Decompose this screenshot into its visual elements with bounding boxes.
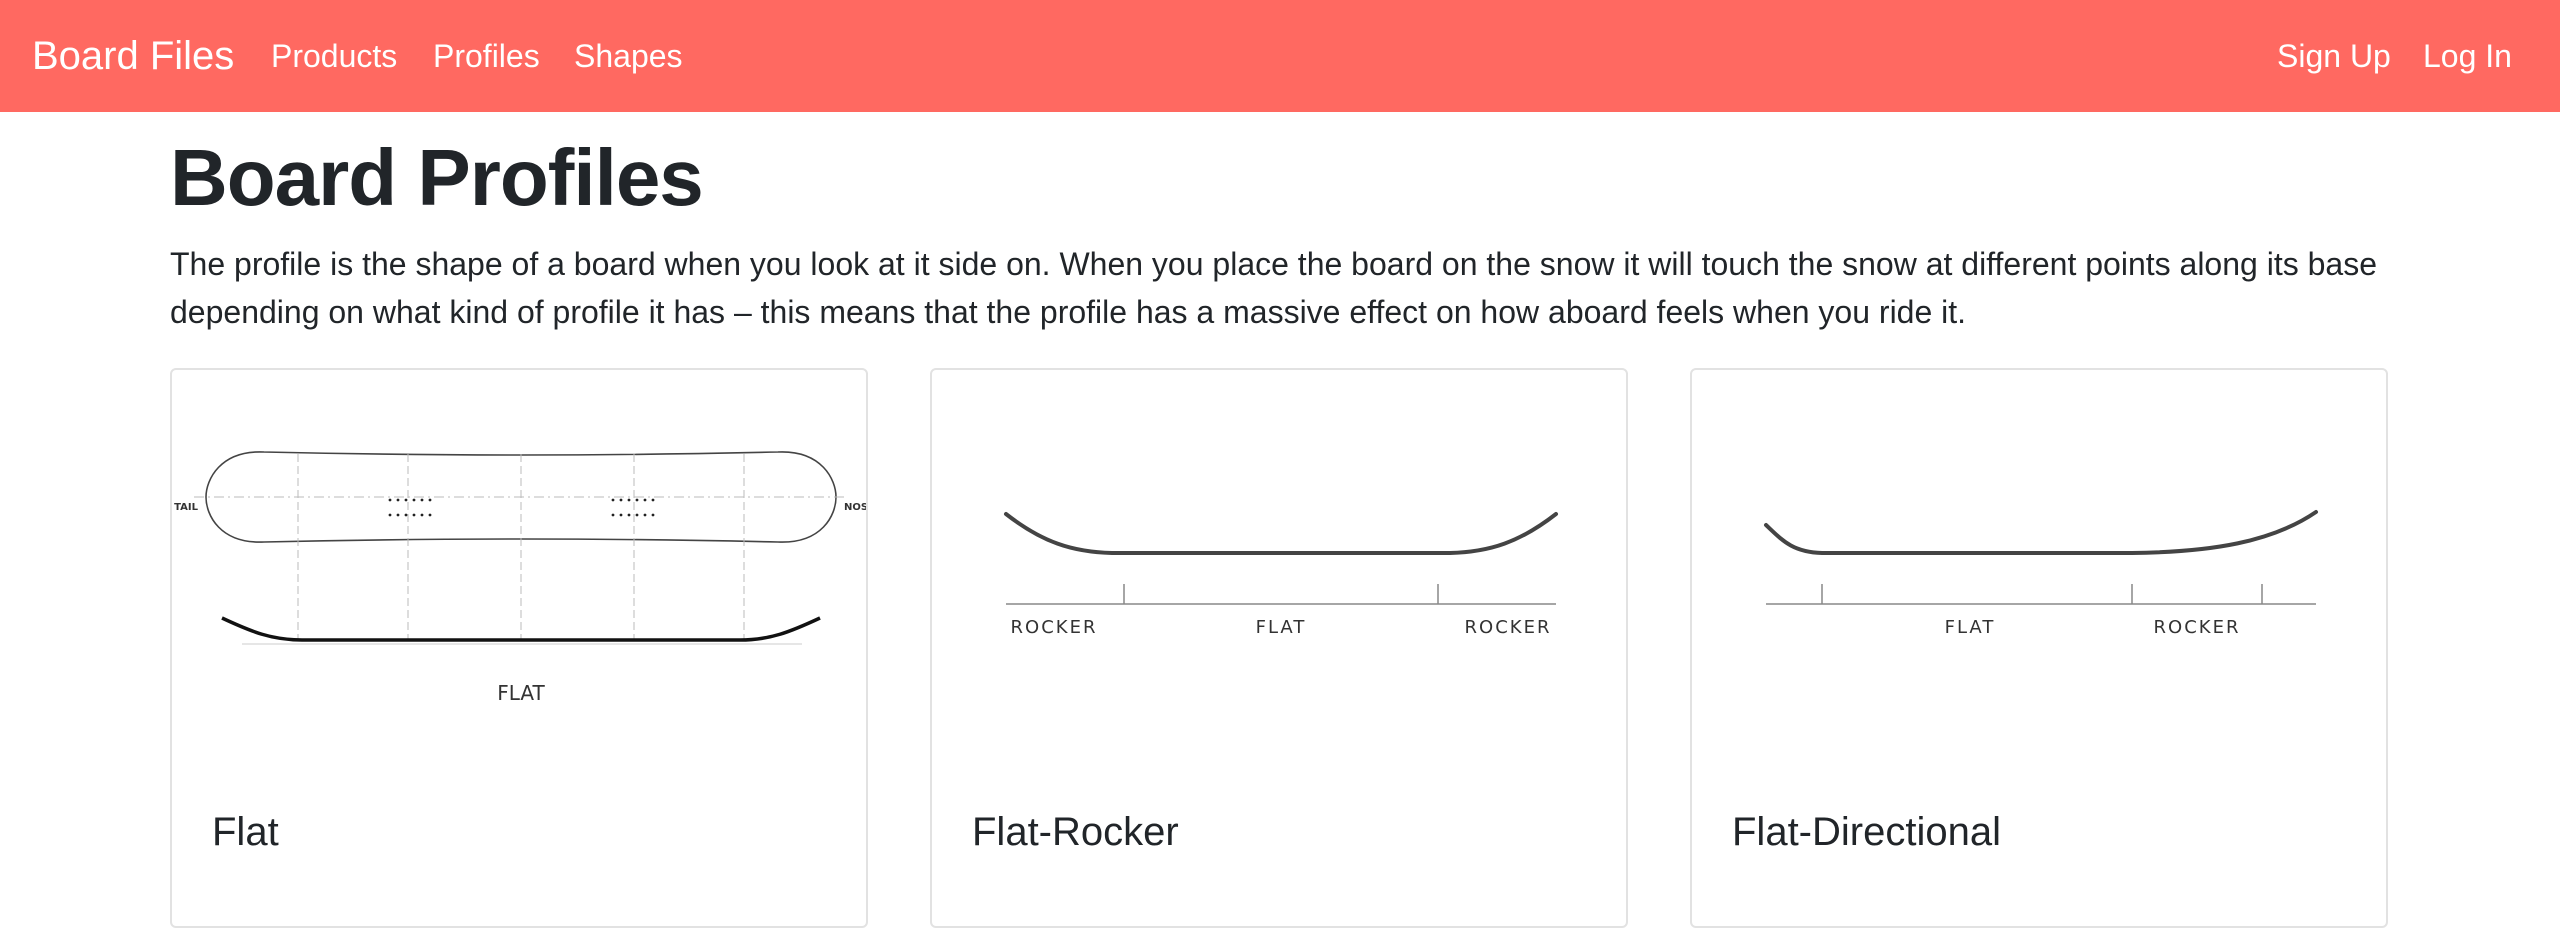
page-intro: The profile is the shape of a board when… (170, 246, 2377, 330)
flat-label: FLAT (1256, 617, 1307, 638)
profile-card-flat[interactable]: TAIL NOSE FLAT Flat (170, 368, 868, 928)
flat-rocker-profile-diagram: ROCKER FLAT ROCKER (1004, 512, 1558, 638)
navbar: Board Files Products Profiles Shapes Sig… (0, 0, 2560, 112)
page-title: Board Profiles (170, 133, 704, 222)
rocker-label: ROCKER (2154, 617, 2241, 638)
profile-card-flat-directional[interactable]: FLAT ROCKER Flat-Directional (1690, 368, 2388, 928)
rocker-label-right: ROCKER (1465, 617, 1552, 638)
brand-link[interactable]: Board Files (32, 0, 234, 112)
sign-up-link[interactable]: Sign Up (2277, 0, 2391, 112)
rocker-label-left: ROCKER (1011, 617, 1098, 638)
card-title: Flat-Directional (1732, 810, 2001, 854)
flat-label: FLAT (1945, 617, 1996, 638)
profile-card-flat-rocker[interactable]: ROCKER FLAT ROCKER Flat-Rocker (930, 368, 1628, 928)
nav-link-shapes[interactable]: Shapes (574, 0, 683, 112)
tail-label: TAIL (174, 502, 199, 513)
flat-directional-profile-diagram: FLAT ROCKER (1764, 510, 2318, 638)
card-title: Flat (212, 810, 279, 854)
nav-link-products[interactable]: Products (271, 0, 397, 112)
flat-rocker-curve (1004, 512, 1558, 555)
flat-label: FLAT (497, 681, 545, 705)
nav-link-profiles[interactable]: Profiles (433, 0, 540, 112)
flat-directional-curve (1764, 510, 2318, 555)
card-title: Flat-Rocker (972, 810, 1179, 854)
nose-label: NOSE (844, 502, 868, 513)
log-in-link[interactable]: Log In (2423, 0, 2512, 112)
flat-profile-diagram: TAIL NOSE FLAT (174, 451, 868, 705)
